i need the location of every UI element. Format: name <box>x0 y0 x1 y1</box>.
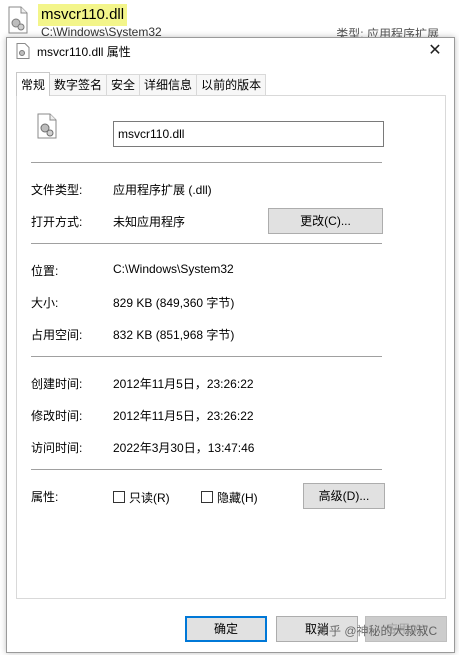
created-label: 创建时间: <box>31 377 83 391</box>
accessed-label: 访问时间: <box>31 441 83 455</box>
tab-details[interactable]: 详细信息 <box>139 74 198 96</box>
divider <box>31 469 382 470</box>
properties-dialog: msvcr110.dll 属性 ✕ 常规 数字签名 安全 详细信息 以前的版本 … <box>6 37 455 653</box>
file-type-value: 应用程序扩展 (.dll) <box>113 183 212 197</box>
divider <box>31 243 382 244</box>
advanced-button[interactable]: 高级(D)... <box>303 483 385 509</box>
tab-previous-versions[interactable]: 以前的版本 <box>196 74 267 96</box>
location-label: 位置: <box>31 264 59 278</box>
ok-button[interactable]: 确定 <box>185 616 267 642</box>
general-panel <box>16 95 446 599</box>
opens-with-label: 打开方式: <box>31 215 83 229</box>
close-button[interactable]: ✕ <box>424 40 446 62</box>
tab-bar: 常规 数字签名 安全 详细信息 以前的版本 <box>16 72 267 96</box>
opens-with-value: 未知应用程序 <box>113 215 186 229</box>
checkbox-box[interactable] <box>201 491 213 503</box>
tab-general[interactable]: 常规 <box>16 72 51 96</box>
explorer-file-row[interactable]: msvcr110.dll C:\Windows\System32 类型: 应用程… <box>0 0 459 41</box>
change-button[interactable]: 更改(C)... <box>268 208 383 234</box>
divider <box>31 162 382 163</box>
size-value: 829 KB (849,360 字节) <box>113 296 235 310</box>
tab-digital-signatures[interactable]: 数字签名 <box>49 74 108 96</box>
modified-value: 2012年11月5日，23:26:22 <box>113 409 254 423</box>
dll-file-icon <box>8 6 28 34</box>
watermark: 知乎 @神秘的大叔叔C <box>317 624 438 638</box>
dialog-title: msvcr110.dll 属性 <box>37 45 131 59</box>
size-on-disk-label: 占用空间: <box>31 328 83 342</box>
readonly-checkbox[interactable]: 只读(R) <box>113 490 170 505</box>
file-type-label: 文件类型: <box>31 183 83 197</box>
dll-file-icon <box>16 43 30 59</box>
accessed-value: 2022年3月30日，13:47:46 <box>113 441 255 455</box>
explorer-filename[interactable]: msvcr110.dll <box>38 4 128 26</box>
checkbox-box[interactable] <box>113 491 125 503</box>
hidden-label: 隐藏(H) <box>217 490 258 505</box>
hidden-checkbox[interactable]: 隐藏(H) <box>201 490 258 505</box>
readonly-label: 只读(R) <box>129 490 170 505</box>
filename-input[interactable]: msvcr110.dll <box>113 121 384 147</box>
modified-label: 修改时间: <box>31 409 83 423</box>
divider <box>31 356 382 357</box>
dll-file-icon <box>37 113 57 139</box>
size-label: 大小: <box>31 296 59 310</box>
tab-security[interactable]: 安全 <box>106 74 141 96</box>
attributes-label: 属性: <box>31 490 59 504</box>
location-value: C:\Windows\System32 <box>113 262 234 276</box>
created-value: 2012年11月5日，23:26:22 <box>113 377 254 391</box>
size-on-disk-value: 832 KB (851,968 字节) <box>113 328 235 342</box>
dialog-titlebar[interactable]: msvcr110.dll 属性 ✕ <box>7 38 454 64</box>
